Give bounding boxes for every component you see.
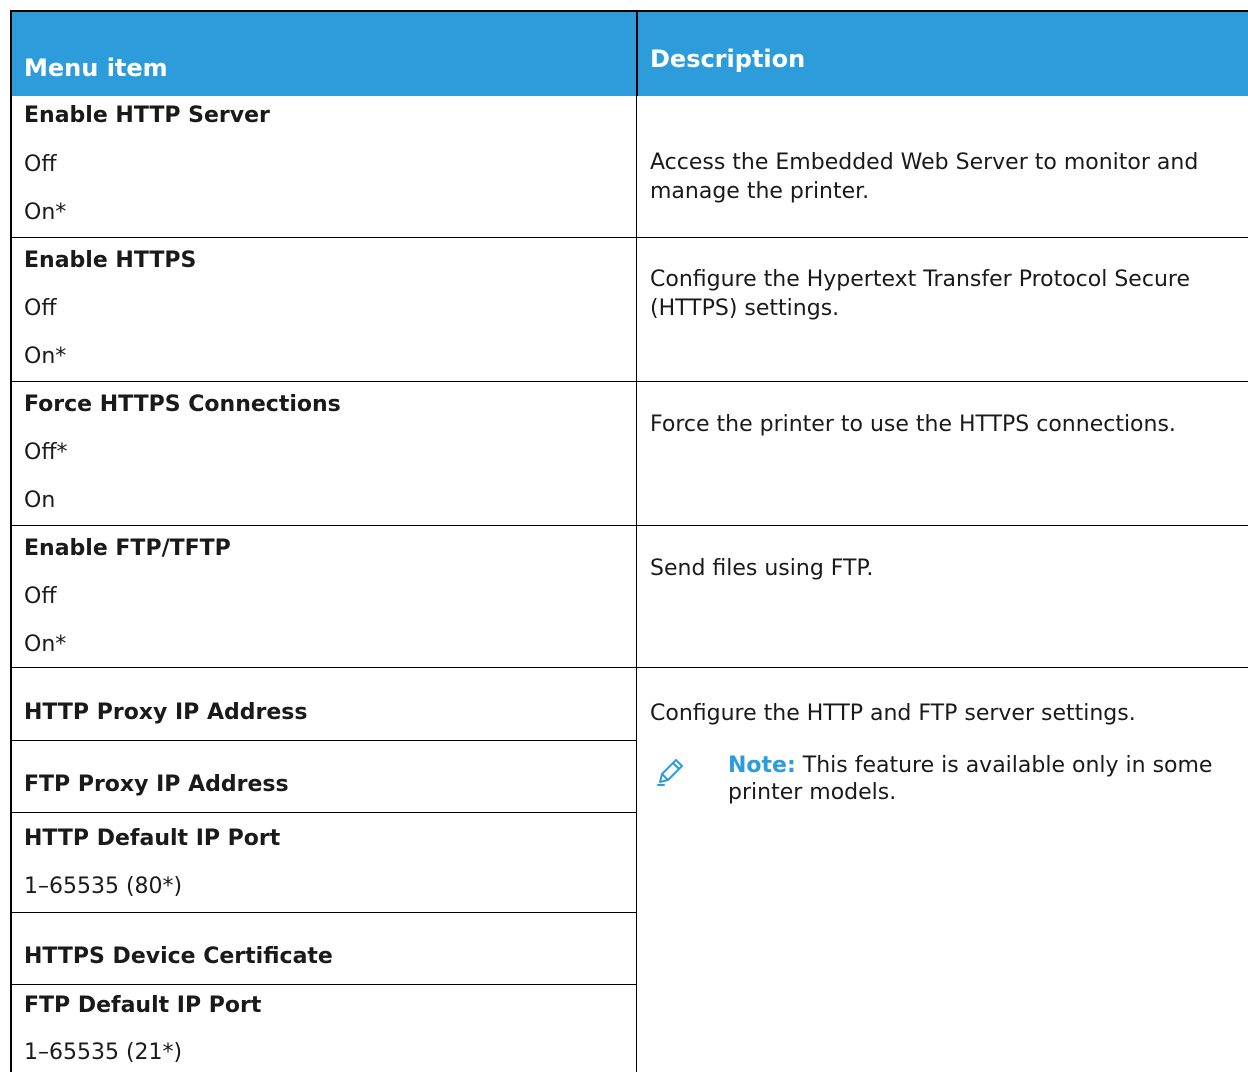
group-divider <box>12 912 636 913</box>
group-divider <box>12 984 636 985</box>
row-description: Configure the Hypertext Transfer Protoco… <box>650 267 1190 321</box>
row-divider <box>12 381 1248 382</box>
row-option: Off <box>24 296 57 321</box>
row-option: Off <box>24 584 57 609</box>
row-divider <box>12 237 1248 238</box>
group-item-title: FTP Default IP Port <box>24 993 262 1018</box>
pencil-icon <box>657 759 683 786</box>
row-title: Enable HTTP Server <box>24 103 270 128</box>
row-option: Off* <box>24 440 68 465</box>
row-option: On* <box>24 200 67 225</box>
row-title: Force HTTPS Connections <box>24 392 341 417</box>
note-text: This feature is available only in some p… <box>728 753 1213 805</box>
column-header-menu-item: Menu item <box>12 12 636 96</box>
row-option: On <box>24 488 56 513</box>
column-header-description-label: Description <box>650 45 806 73</box>
row-divider <box>12 667 1248 668</box>
group-item-title: HTTPS Device Certificate <box>24 944 333 969</box>
row-option: Off <box>24 152 57 177</box>
header-column-divider <box>636 10 638 96</box>
group-divider <box>12 740 636 741</box>
group-item-value: 1–65535 (21*) <box>24 1040 183 1065</box>
column-header-menu-item-label: Menu item <box>24 54 168 82</box>
group-item-title: HTTP Proxy IP Address <box>24 700 308 725</box>
column-divider <box>636 96 637 1072</box>
row-description: Access the Embedded Web Server to monito… <box>650 150 1199 204</box>
group-item-title: FTP Proxy IP Address <box>24 772 289 797</box>
row-divider <box>12 525 1248 526</box>
group-item-title: HTTP Default IP Port <box>24 826 281 851</box>
table-top-border <box>10 10 1248 12</box>
row-option: On* <box>24 632 67 657</box>
note: Note: This feature is available only in … <box>728 752 1228 806</box>
row-title: Enable FTP/TFTP <box>24 536 231 561</box>
row-option: On* <box>24 344 67 369</box>
column-header-description: Description <box>638 12 1248 96</box>
group-divider <box>12 812 636 813</box>
group-item-value: 1–65535 (80*) <box>24 874 183 899</box>
group-description: Configure the HTTP and FTP server settin… <box>650 701 1136 726</box>
note-label: Note: <box>728 753 796 778</box>
row-description: Force the printer to use the HTTPS conne… <box>650 412 1176 437</box>
row-title: Enable HTTPS <box>24 248 197 273</box>
row-description: Send files using FTP. <box>650 556 874 581</box>
